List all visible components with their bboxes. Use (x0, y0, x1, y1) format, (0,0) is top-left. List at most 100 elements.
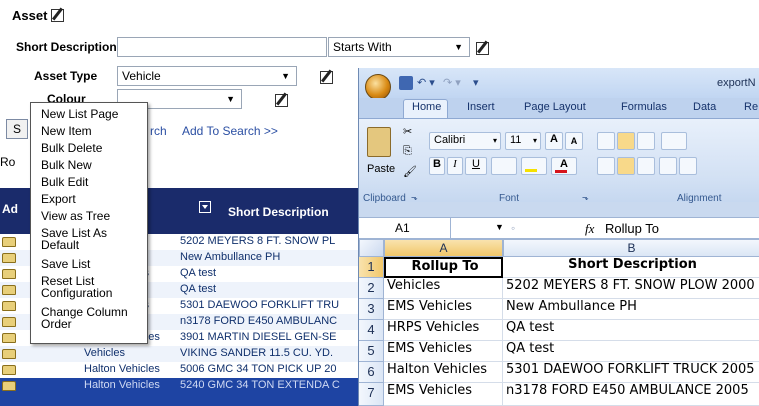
table-row[interactable]: Halton Vehicles 5240 GMC 34 TON EXTENDA … (0, 378, 358, 406)
edit-icon[interactable] (476, 42, 489, 55)
save-icon[interactable] (399, 76, 413, 90)
tab-insert[interactable]: Insert (467, 101, 495, 113)
tab-review[interactable]: Re (744, 101, 758, 113)
copy-icon[interactable]: ⎘ (403, 145, 412, 158)
cell-a2[interactable]: Vehicles (384, 278, 503, 299)
row-header-4[interactable]: 4 (359, 320, 384, 341)
row-header-5[interactable]: 5 (359, 341, 384, 362)
align-left-button[interactable] (597, 157, 615, 175)
function-icon[interactable]: fx (585, 221, 594, 237)
underline-button[interactable]: U (465, 157, 487, 175)
grow-font-button[interactable]: A (545, 132, 563, 150)
expand-formula-icon: ◦ (511, 221, 516, 235)
italic-button[interactable]: I (447, 157, 463, 175)
align-middle-button[interactable] (617, 132, 635, 150)
search-button[interactable]: S (6, 119, 28, 139)
row-header-1[interactable]: 1 (359, 257, 384, 278)
row-header-7[interactable]: 7 (359, 383, 384, 406)
cell-a7[interactable]: EMS Vehicles (384, 383, 503, 406)
match-mode-select[interactable]: Starts With ▼ (328, 37, 470, 57)
menu-item-change-column-line2[interactable]: Order (41, 318, 72, 330)
cell-a1[interactable]: Rollup To (384, 257, 503, 278)
align-bottom-button[interactable] (637, 132, 655, 150)
decrease-indent-button[interactable] (659, 157, 677, 175)
borders-button[interactable] (491, 157, 517, 175)
cell-b5[interactable]: QA test (503, 341, 759, 362)
increase-indent-button[interactable] (679, 157, 697, 175)
edit-icon[interactable] (320, 71, 334, 84)
shrink-font-button[interactable]: A (565, 132, 583, 150)
cell-a5[interactable]: EMS Vehicles (384, 341, 503, 362)
search-link[interactable]: rch (150, 124, 167, 138)
office-button-icon[interactable] (365, 74, 391, 100)
folder-icon (2, 365, 16, 375)
menu-item-view-as-tree[interactable]: View as Tree (41, 210, 110, 222)
edit-icon[interactable] (274, 94, 288, 107)
name-box-dropdown-icon[interactable]: ▼ (495, 222, 504, 232)
align-center-button[interactable] (617, 157, 635, 175)
column-menu-button[interactable] (199, 201, 212, 213)
menu-item-export[interactable]: Export (41, 193, 76, 205)
align-top-button[interactable] (597, 132, 615, 150)
menu-item-save-list[interactable]: Save List (41, 258, 90, 270)
tab-data[interactable]: Data (693, 101, 716, 113)
select-all-corner[interactable] (359, 239, 384, 257)
align-right-button[interactable] (637, 157, 655, 175)
cell-b6[interactable]: 5301 DAEWOO FORKLIFT TRUCK 2005 (503, 362, 759, 383)
bold-button[interactable]: B (429, 157, 445, 175)
row-rollup: Halton Vehicles (84, 363, 160, 375)
table-row[interactable]: Vehicles VIKING SANDER 11.5 CU. YD. (0, 346, 358, 362)
redo-icon[interactable]: ↷ ▾ (443, 76, 461, 89)
row-header-3[interactable]: 3 (359, 299, 384, 320)
menu-item-bulk-edit[interactable]: Bulk Edit (41, 176, 88, 188)
menu-item-reset-list-line2[interactable]: Configuration (41, 287, 112, 299)
edit-icon[interactable] (51, 9, 65, 22)
menu-item-bulk-delete[interactable]: Bulk Delete (41, 142, 102, 154)
font-size-select[interactable]: 11 ▾ (505, 132, 541, 150)
cell-a6[interactable]: Halton Vehicles (384, 362, 503, 383)
formula-input[interactable]: Rollup To (605, 221, 659, 236)
cut-icon[interactable]: ✂ (403, 125, 412, 138)
fill-color-button[interactable] (521, 157, 547, 175)
short-description-header[interactable]: Short Description (228, 205, 329, 219)
ribbon-tabs: Home Insert Page Layout Formulas Data Re (359, 98, 759, 119)
menu-item-save-list-as-line2[interactable]: Default (41, 239, 79, 251)
chevron-down-icon: ▼ (454, 42, 463, 52)
column-header-a[interactable]: A (384, 239, 503, 257)
dialog-launcher-icon[interactable]: ⬎ (582, 193, 589, 202)
row-header-6[interactable]: 6 (359, 362, 384, 383)
rows-label: Ro (0, 155, 16, 169)
font-color-button[interactable]: A (551, 157, 577, 175)
font-name-select[interactable]: Calibri ▾ (429, 132, 501, 150)
dialog-launcher-icon[interactable]: ⬎ (411, 193, 418, 202)
folder-icon (2, 349, 16, 359)
column-header-b[interactable]: B (503, 239, 759, 257)
orientation-button[interactable] (661, 132, 687, 150)
cell-b7[interactable]: n3178 FORD E450 AMBULANCE 2005 (503, 383, 759, 406)
menu-item-new-item[interactable]: New Item (41, 125, 92, 137)
tab-page-layout[interactable]: Page Layout (524, 101, 586, 113)
tab-home[interactable]: Home (412, 101, 441, 113)
cell-b1[interactable]: Short Description (503, 257, 759, 278)
short-description-input[interactable] (117, 37, 327, 57)
cell-a4[interactable]: HRPS Vehicles (384, 320, 503, 341)
table-row[interactable]: Halton Vehicles 5006 GMC 34 TON PICK UP … (0, 362, 358, 378)
cell-b3[interactable]: New Ambullance PH (503, 299, 759, 320)
menu-item-bulk-new[interactable]: Bulk New (41, 159, 92, 171)
cell-a3[interactable]: EMS Vehicles (384, 299, 503, 320)
cell-b2[interactable]: 5202 MEYERS 8 FT. SNOW PLOW 2000 (503, 278, 759, 299)
tab-formulas[interactable]: Formulas (621, 101, 667, 113)
customize-toolbar-icon[interactable]: ▾ (473, 76, 479, 89)
name-box[interactable]: A1 (359, 218, 451, 238)
cell-b4[interactable]: QA test (503, 320, 759, 341)
row-header-2[interactable]: 2 (359, 278, 384, 299)
menu-item-new-list-page[interactable]: New List Page (41, 108, 118, 120)
paste-button[interactable]: Paste (367, 163, 395, 175)
paste-icon[interactable] (367, 127, 391, 157)
undo-icon[interactable]: ↶ ▾ (417, 76, 435, 89)
row-description: QA test (180, 283, 217, 295)
asset-type-select[interactable]: Vehicle ▼ (117, 66, 297, 86)
add-to-search-link[interactable]: Add To Search >> (182, 124, 278, 138)
format-painter-icon[interactable]: 🖌 (403, 165, 417, 178)
chevron-down-icon: ▼ (226, 94, 235, 104)
